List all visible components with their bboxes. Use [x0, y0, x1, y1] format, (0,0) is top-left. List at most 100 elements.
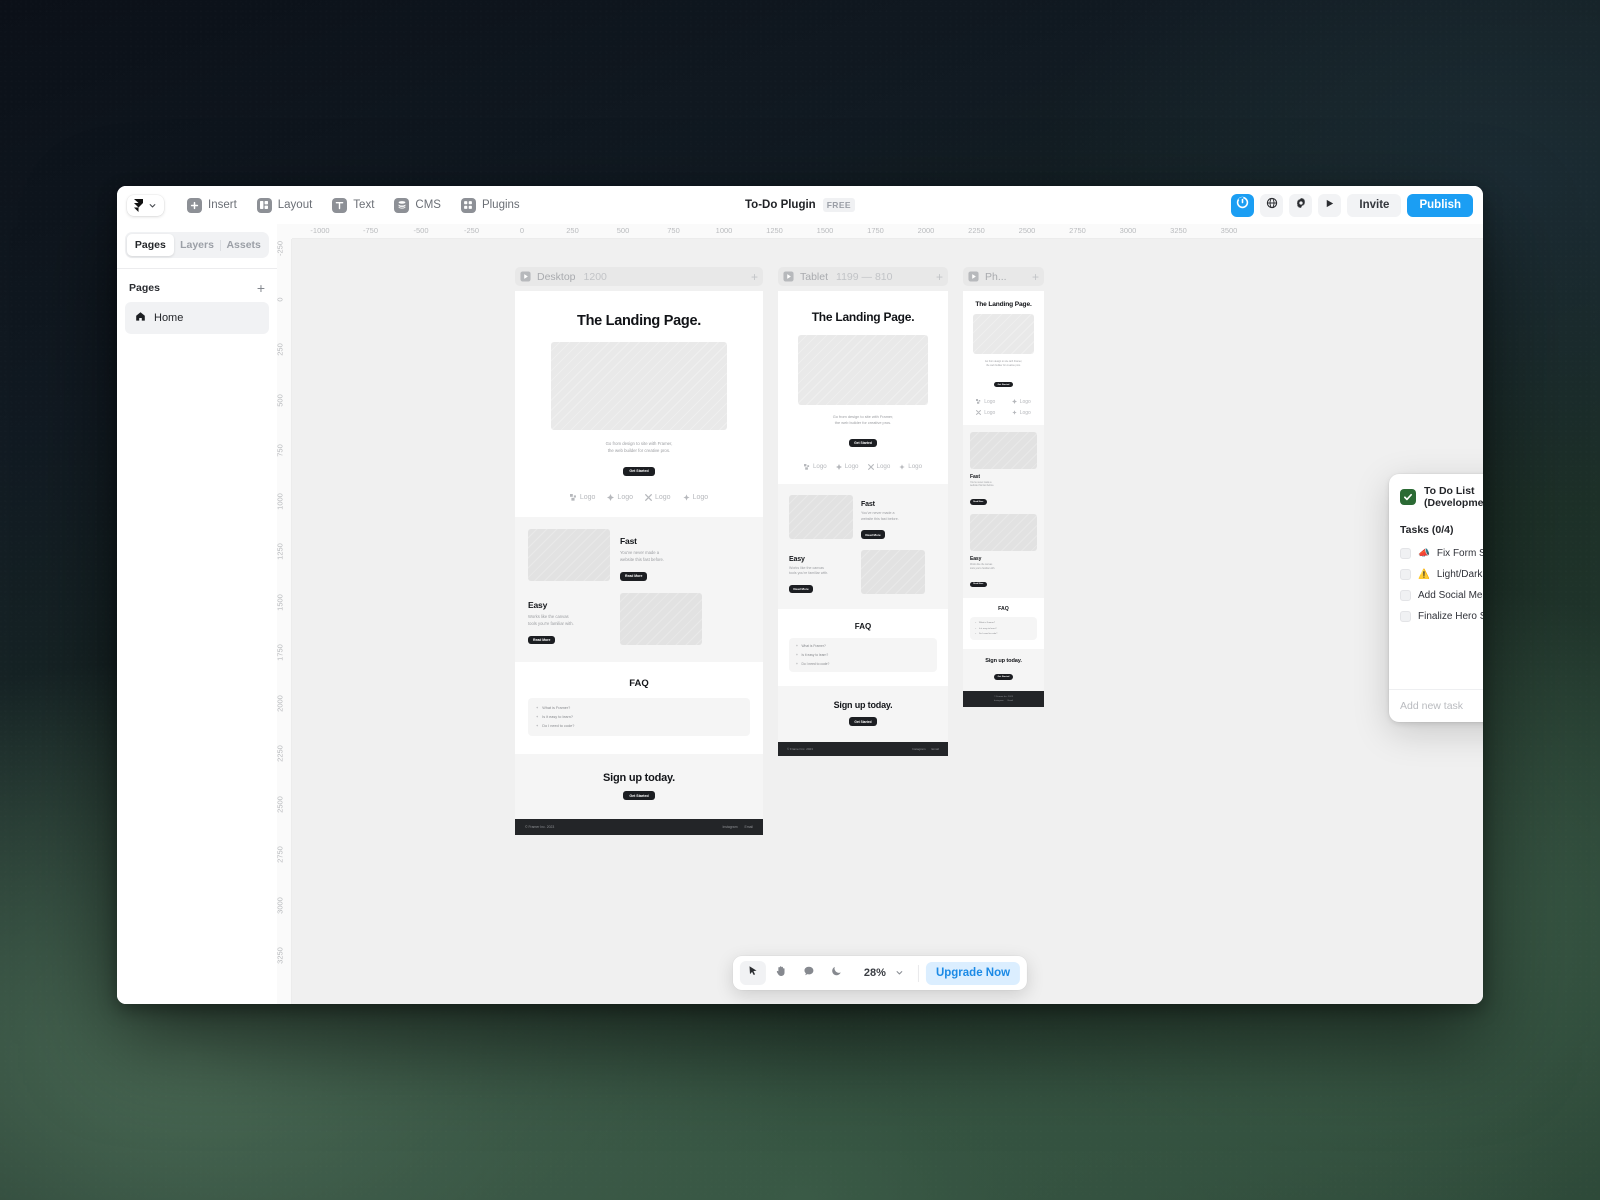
faq-item[interactable]: + What is Framer?: [536, 703, 742, 712]
task-row[interactable]: Add Social Media Icons: [1397, 585, 1483, 606]
ruler-tick-v: 1000: [277, 492, 285, 510]
ruler-tick-v: 750: [277, 444, 285, 457]
signup-cta-button[interactable]: Get Started: [623, 790, 655, 801]
footer-link-email[interactable]: Email: [931, 747, 939, 751]
frame-desktop-add-icon[interactable]: +: [751, 271, 758, 283]
footer-link-instagram[interactable]: Instagram: [722, 825, 737, 829]
ruler-tick-h: 750: [667, 226, 680, 235]
canvas-area[interactable]: -1000 -750 -500 -250 0 250 500 750 1000 1250 1500 1…: [277, 224, 1483, 1004]
frame-phone-header[interactable]: Ph... +: [963, 267, 1044, 286]
theme-tool[interactable]: [824, 961, 850, 985]
phone-feature-easy-cta[interactable]: Read More: [970, 581, 987, 587]
task-checkbox[interactable]: [1400, 548, 1411, 559]
phone-signup-title: Sign up today.: [985, 658, 1022, 665]
menu-item-text[interactable]: Text: [323, 193, 383, 218]
tasks-section-header: Tasks (0/4): [1389, 515, 1483, 540]
plus-icon: +: [536, 723, 539, 728]
zoom-level-value: 28%: [863, 967, 886, 979]
logo-item-4: Logo: [1011, 410, 1031, 416]
plugin-toggle-button[interactable]: [1231, 193, 1255, 217]
x-logo-icon: [867, 463, 874, 470]
phone-signup-cta[interactable]: Get Started: [994, 674, 1013, 680]
hero-title: The Landing Page.: [577, 313, 701, 329]
menu-item-plugins[interactable]: Plugins: [452, 193, 529, 218]
footer-link-instagram[interactable]: Instagram: [912, 747, 925, 751]
footer-link-email[interactable]: Email: [745, 825, 753, 829]
phone-feature-fast-cta[interactable]: Read More: [970, 499, 987, 505]
faq-item[interactable]: + Do I need to code?: [796, 659, 930, 668]
globe-button[interactable]: [1260, 193, 1284, 217]
footer-link-email[interactable]: Email: [1008, 700, 1013, 702]
hand-tool[interactable]: [768, 961, 794, 985]
horizontal-ruler: -1000 -750 -500 -250 0 250 500 750 1000 1250 1500 1…: [277, 224, 1483, 239]
ruler-tick-v: 2250: [277, 745, 285, 762]
add-page-button[interactable]: +: [257, 281, 265, 295]
ruler-tick-v: 250: [277, 343, 285, 356]
task-label: Finalize Hero Section Text: [1418, 611, 1483, 622]
task-row[interactable]: Finalize Hero Section Text: [1397, 606, 1483, 627]
hero-cta-button[interactable]: Get Started: [623, 466, 655, 476]
frame-tablet-header[interactable]: Tablet 1199 — 810 +: [778, 267, 948, 286]
tablet-hero-cta[interactable]: Get Started: [848, 438, 878, 448]
plus-icon: +: [796, 644, 798, 649]
tablet-feature-easy-cta[interactable]: Read More: [789, 584, 814, 594]
logo-item-2: Logo: [607, 494, 633, 502]
feature-fast-cta[interactable]: Read More: [620, 571, 648, 581]
task-checkbox[interactable]: [1400, 590, 1411, 601]
faq-item[interactable]: + Is it easy to learn?: [536, 712, 742, 721]
feature-fast-body-1: You've never made a: [620, 550, 660, 556]
preview-button[interactable]: [1318, 193, 1342, 217]
upgrade-now-button[interactable]: Upgrade Now: [925, 961, 1021, 985]
frame-desktop[interactable]: Desktop 1200 + The Landing Page. Go from…: [515, 267, 763, 835]
todo-plugin-panel[interactable]: To Do List (Development) Tasks (0/4) 📣: [1389, 474, 1483, 722]
menu-item-insert[interactable]: Insert: [178, 193, 246, 218]
canvas-viewport[interactable]: Desktop 1200 + The Landing Page. Go from…: [292, 239, 1483, 1004]
faq-item[interactable]: + What is Framer?: [796, 642, 930, 651]
ruler-tick-v: 3250: [277, 947, 285, 964]
menu-item-cms[interactable]: CMS: [385, 193, 450, 218]
tab-assets[interactable]: Assets: [220, 234, 267, 256]
play-frame-icon: [968, 271, 979, 282]
ruler-tick-h: 3250: [1170, 226, 1187, 235]
desktop-faq-section: FAQ + What is Framer? + Is it easy to lear…: [515, 662, 763, 754]
ruler-tick-h: 3500: [1220, 226, 1238, 235]
frame-phone[interactable]: Ph... + The Landing Page. Go from design…: [963, 267, 1044, 708]
phone-hero-cta[interactable]: Get Started: [994, 381, 1013, 388]
ruler-corner: [277, 224, 292, 239]
power-plugin-icon: [1236, 196, 1249, 214]
zoom-level-select[interactable]: 28%: [855, 960, 911, 986]
task-checkbox[interactable]: [1400, 611, 1411, 622]
feature-easy-cta[interactable]: Read More: [528, 635, 556, 645]
settings-button[interactable]: [1289, 193, 1313, 217]
faq-item[interactable]: + Is it easy to learn?: [796, 651, 930, 660]
hero-sub-line-1: Go from design to site with Framer,: [605, 441, 673, 446]
publish-button[interactable]: Publish: [1407, 193, 1473, 217]
framer-logo-menu[interactable]: [127, 194, 164, 216]
comment-tool[interactable]: [796, 961, 822, 985]
plus-square-icon: [187, 197, 202, 213]
new-task-input[interactable]: [1400, 699, 1483, 712]
tablet-feature-easy-image: [861, 549, 925, 594]
frame-tablet-add-icon[interactable]: +: [936, 271, 943, 283]
frame-desktop-header[interactable]: Desktop 1200 +: [515, 267, 763, 286]
tablet-logo-row: Logo Logo Logo Logo: [790, 463, 936, 470]
footer-link-instagram[interactable]: Instagram: [994, 700, 1004, 702]
tablet-feature-fast-cta[interactable]: Read More: [861, 530, 886, 539]
task-row[interactable]: 📣 Fix Form Submission: [1397, 543, 1483, 564]
task-checkbox[interactable]: [1400, 569, 1411, 580]
invite-button[interactable]: Invite: [1347, 193, 1402, 217]
task-row[interactable]: ⚠️ Light/Dark Mode Toggle: [1397, 564, 1483, 585]
menu-item-layout[interactable]: Layout: [248, 193, 322, 218]
cursor-tool[interactable]: [739, 961, 766, 985]
feature-easy: Easy Works like the canvas tools you're …: [528, 593, 750, 646]
faq-item[interactable]: + Do I need to code?: [975, 632, 1032, 638]
frame-phone-add-icon[interactable]: +: [1032, 271, 1039, 283]
phone-footer: © Framer Inc. 2023 Instagram Email: [963, 691, 1044, 708]
tab-layers[interactable]: Layers: [174, 234, 221, 256]
frame-tablet[interactable]: Tablet 1199 — 810 + The Landing Page. Go…: [778, 267, 948, 756]
toolbar-divider: [917, 964, 919, 982]
tablet-signup-cta[interactable]: Get Started: [849, 717, 877, 727]
faq-item[interactable]: + Do I need to code?: [536, 721, 742, 730]
sidebar-item-home[interactable]: Home: [125, 302, 269, 334]
tab-pages[interactable]: Pages: [127, 234, 174, 256]
